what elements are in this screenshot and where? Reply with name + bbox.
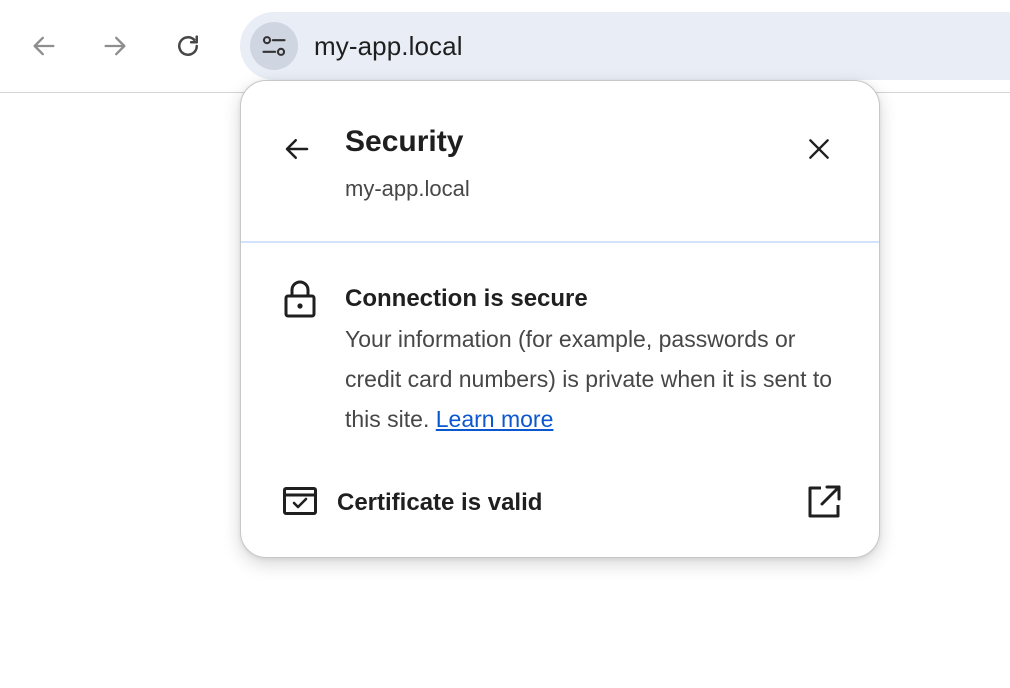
- lock-icon: [284, 280, 316, 318]
- arrow-left-icon: [33, 36, 55, 56]
- security-popup: Security my-app.local Connection is secu…: [240, 80, 880, 558]
- popup-back-button[interactable]: [275, 127, 319, 171]
- reload-button[interactable]: [162, 20, 214, 72]
- learn-more-link[interactable]: Learn more: [436, 406, 554, 432]
- forward-button[interactable]: [89, 20, 141, 72]
- connection-status-title: Connection is secure: [345, 285, 588, 312]
- certificate-label: Certificate is valid: [337, 489, 543, 516]
- divider: [241, 241, 879, 243]
- popup-title: Security: [345, 125, 464, 158]
- arrow-left-icon: [285, 139, 309, 159]
- back-button[interactable]: [18, 20, 70, 72]
- address-bar[interactable]: my-app.local: [240, 12, 1010, 80]
- connection-description-text: Your information (for example, passwords…: [345, 326, 833, 432]
- tune-icon: [262, 36, 286, 56]
- close-icon: [809, 139, 829, 159]
- browser-window: my-app.local Security my-app.local Conne…: [0, 0, 1010, 688]
- url-text[interactable]: my-app.local: [314, 12, 463, 80]
- certificate-icon: [283, 487, 317, 515]
- certificate-row[interactable]: Certificate is valid: [271, 473, 851, 533]
- site-info-button[interactable]: [250, 22, 298, 70]
- external-link-icon[interactable]: [807, 485, 841, 519]
- close-button[interactable]: [797, 127, 841, 171]
- reload-icon: [178, 35, 198, 56]
- popup-subtitle: my-app.local: [345, 176, 470, 201]
- arrow-right-icon: [104, 36, 126, 56]
- connection-description: Your information (for example, passwords…: [345, 319, 855, 439]
